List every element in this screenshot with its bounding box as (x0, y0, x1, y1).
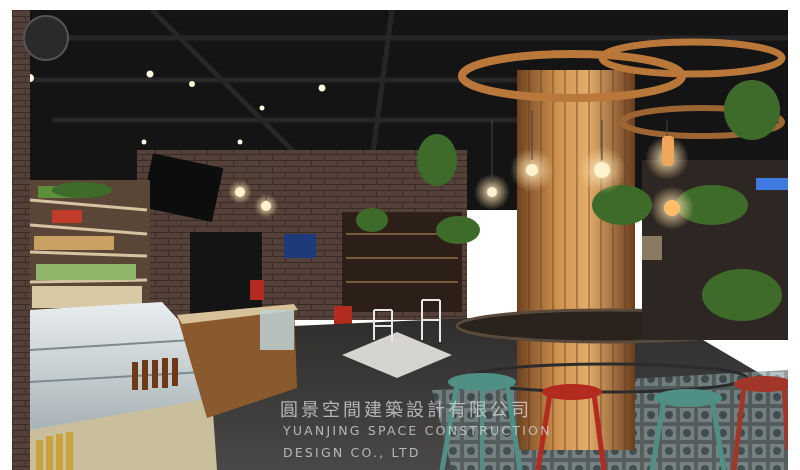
watermark-english-line-1: YUANJING SPACE CONSTRUCTION (283, 423, 552, 438)
framed-picture (642, 236, 662, 260)
wall-clock (23, 15, 69, 61)
red-sign (250, 280, 264, 300)
watermark-english-line-2: DESIGN CO., LTD (283, 445, 421, 460)
blue-neon-sign (756, 178, 788, 190)
left-brick-column (12, 10, 30, 470)
watermark-chinese: 圓景空間建築設計有限公司 (280, 400, 532, 421)
counter-display (260, 310, 294, 350)
photo-frame: 圓景空間建築設計有限公司 YUANJING SPACE CONSTRUCTION… (0, 0, 800, 470)
blue-poster (284, 234, 316, 258)
